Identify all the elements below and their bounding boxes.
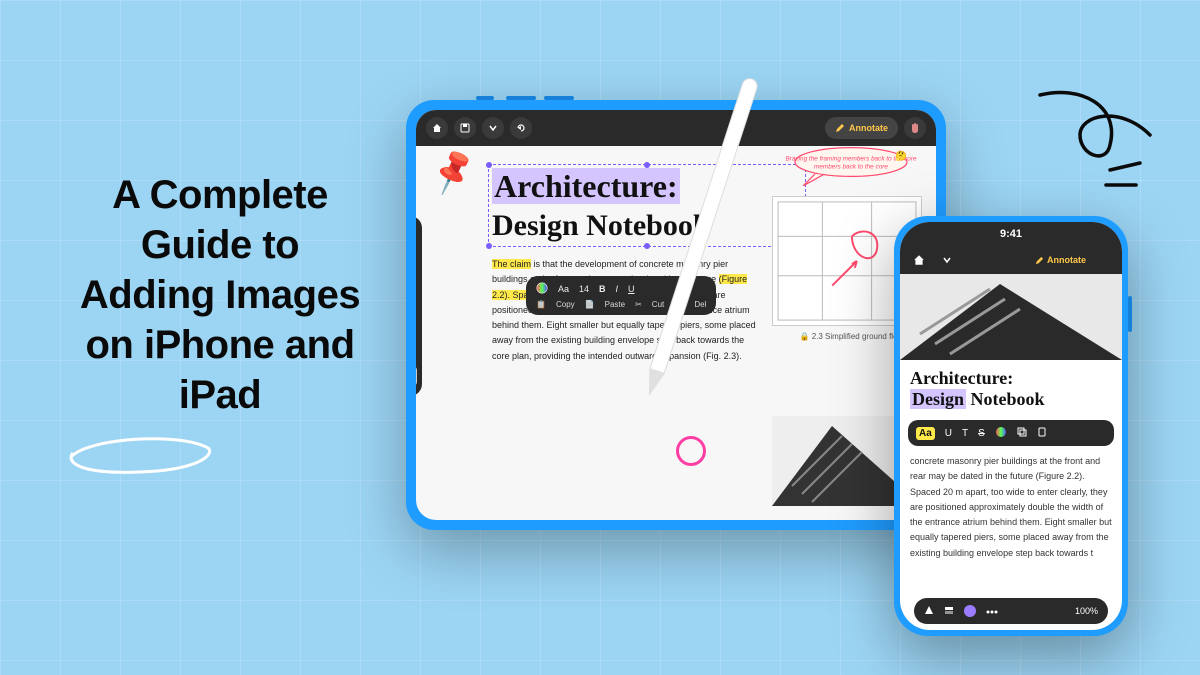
iphone-text-toolbar: Aa U T S	[908, 420, 1114, 446]
document-title-block[interactable]: Architecture: Design Notebook	[492, 168, 802, 243]
layers-icon	[944, 605, 954, 615]
iphone-document-title[interactable]: Architecture: Design Notebook	[900, 360, 1122, 414]
iphone-document-body[interactable]: concrete masonry pier buildings at the f…	[900, 452, 1122, 563]
color-wheel-icon	[995, 426, 1007, 438]
strike-button[interactable]: S	[978, 428, 985, 439]
more-button[interactable]	[986, 606, 998, 616]
ipad-hw-button	[506, 96, 536, 100]
iphone-top-toolbar: Annotate	[900, 246, 1122, 274]
paste-icon: 📄	[585, 300, 595, 309]
tool-thickness[interactable]	[416, 366, 417, 386]
layers-button[interactable]	[944, 605, 954, 617]
delete-button[interactable]: Del	[694, 300, 706, 309]
ipad-hw-button	[544, 96, 574, 100]
pink-marker-circle	[676, 436, 706, 466]
color-picker-button[interactable]	[995, 426, 1007, 441]
underline-button[interactable]: U	[628, 284, 635, 294]
save-button[interactable]	[454, 117, 476, 139]
paste-button[interactable]: Paste	[605, 300, 625, 309]
redo-button[interactable]	[510, 117, 532, 139]
iphone-status-bar: 9:41	[900, 222, 1122, 246]
highlighted-text: The claim	[492, 259, 531, 269]
annotate-label: Annotate	[849, 123, 888, 133]
cut-button[interactable]: Cut	[652, 300, 664, 309]
doc-title-notebook: Notebook	[971, 389, 1045, 409]
hand-icon	[1097, 254, 1109, 266]
pencil-icon	[1035, 256, 1044, 265]
hand-icon	[909, 122, 921, 134]
chevron-down-icon	[943, 256, 951, 264]
page-headline: A Complete Guide to Adding Images on iPh…	[70, 170, 370, 420]
svg-text:members back to the core: members back to the core	[814, 163, 888, 170]
hand-tool-button[interactable]	[904, 117, 926, 139]
chevron-down-icon	[489, 124, 497, 132]
redo-icon	[516, 123, 526, 133]
copy-icon: 📋	[536, 300, 546, 309]
svg-text:🤔: 🤔	[895, 150, 907, 162]
iphone-bottom-toolbar: 100%	[914, 598, 1108, 624]
color-swatch-icon[interactable]	[536, 282, 548, 296]
iphone-hw-button	[1128, 296, 1132, 332]
arrow-doodle	[1020, 85, 1160, 205]
shape-tool-button[interactable]	[924, 605, 934, 617]
home-button[interactable]	[908, 249, 930, 271]
dropdown-button[interactable]	[482, 117, 504, 139]
clipboard-icon	[1037, 427, 1047, 437]
annotate-button[interactable]: Annotate	[825, 117, 898, 139]
bold-button[interactable]: B	[599, 284, 606, 294]
font-size-value[interactable]: 14	[579, 284, 589, 294]
annotate-label: Annotate	[1047, 255, 1086, 265]
ipad-hw-button	[476, 96, 494, 100]
home-icon	[913, 254, 925, 266]
cut-icon: ✂	[635, 300, 642, 309]
status-time: 9:41	[1000, 228, 1022, 240]
font-label[interactable]: Aa	[558, 284, 569, 294]
italic-button[interactable]: I	[616, 284, 619, 294]
iphone-screen: 9:41 Annotate	[900, 222, 1122, 630]
home-icon	[432, 123, 442, 133]
headline-block: A Complete Guide to Adding Images on iPh…	[70, 170, 370, 420]
pushpin-icon: 📌	[426, 146, 479, 198]
home-button[interactable]	[426, 117, 448, 139]
annotation-speech-bubble: Bracing the framing members back to the …	[776, 146, 926, 186]
doc-title-design: Design	[910, 389, 966, 409]
doc-title-line1: Architecture:	[910, 368, 1112, 389]
iphone-device: 9:41 Annotate	[894, 216, 1128, 636]
hand-tool-button[interactable]	[1092, 249, 1114, 271]
selection-box	[488, 164, 806, 247]
hero-image	[900, 274, 1122, 360]
underline-button[interactable]: U	[945, 428, 952, 439]
annotate-button[interactable]: Annotate	[1035, 255, 1086, 265]
clipboard-button[interactable]	[1037, 427, 1047, 440]
text-button[interactable]: T	[962, 428, 968, 439]
dropdown-button[interactable]	[936, 249, 958, 271]
ipad-top-toolbar: Annotate	[416, 110, 936, 146]
copy-button[interactable]: Copy	[556, 300, 575, 309]
color-indicator[interactable]	[964, 605, 976, 617]
copy-icon	[1017, 427, 1027, 437]
ipad-sidebar-tools	[416, 216, 422, 396]
zoom-level[interactable]: 100%	[1075, 606, 1098, 616]
triangle-icon	[924, 605, 934, 615]
dots-icon	[986, 610, 998, 614]
copy-button[interactable]	[1017, 427, 1027, 440]
save-icon	[460, 123, 470, 133]
font-style-button[interactable]: Aa	[916, 427, 935, 440]
pencil-icon	[835, 123, 845, 133]
